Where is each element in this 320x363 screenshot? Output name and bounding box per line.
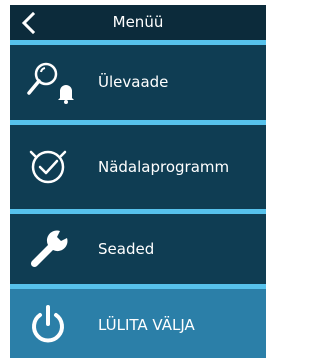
menu-item-overview[interactable]: Ülevaade	[10, 45, 266, 120]
power-icon	[24, 300, 72, 348]
power-off-button[interactable]: LÜLITA VÄLJA	[10, 289, 266, 358]
menu-item-label: LÜLITA VÄLJA	[98, 316, 195, 334]
menu-screen: Menüü Ülevaade Nädalaprogramm Seaded LÜL…	[10, 5, 266, 358]
menu-item-label: Nädalaprogramm	[98, 158, 230, 176]
menu-item-week-program[interactable]: Nädalaprogramm	[10, 125, 266, 209]
menu-item-label: Seaded	[98, 240, 155, 258]
search-bell-icon	[24, 58, 74, 106]
menu-item-label: Ülevaade	[98, 73, 169, 91]
page-title: Menüü	[112, 13, 164, 31]
menu-item-settings[interactable]: Seaded	[10, 214, 266, 284]
header-bar: Menüü	[10, 5, 266, 40]
clock-check-icon	[24, 143, 72, 191]
wrench-icon	[24, 225, 72, 273]
